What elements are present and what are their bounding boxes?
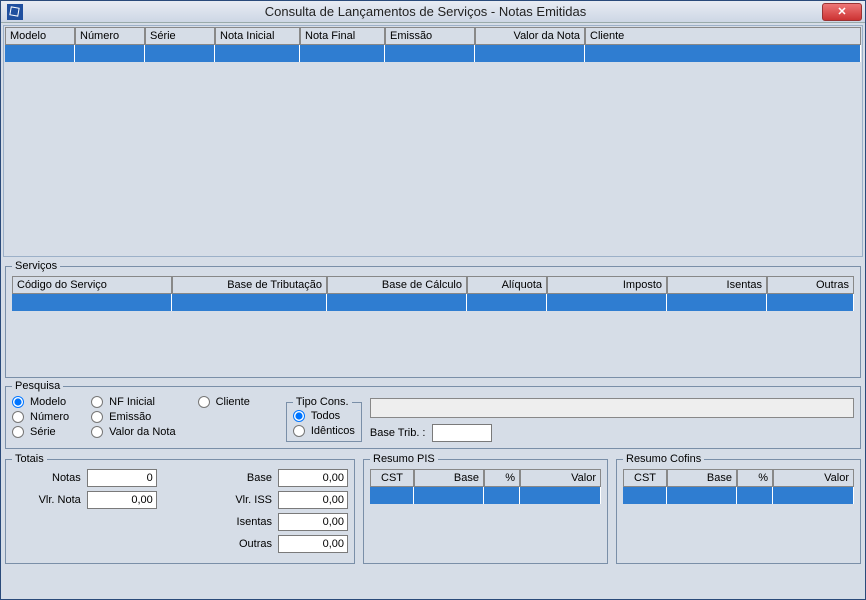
col-modelo[interactable]: Modelo [5, 27, 75, 45]
col-imposto[interactable]: Imposto [547, 276, 667, 294]
col-valor-nota[interactable]: Valor da Nota [475, 27, 585, 45]
tipo-cons-legend: Tipo Cons. [293, 396, 352, 408]
col-codigo-servico[interactable]: Código do Serviço [12, 276, 172, 294]
pesquisa-right: Base Trib. : [370, 396, 854, 442]
close-button[interactable]: ✕ [822, 3, 862, 21]
base-trib-input[interactable] [432, 424, 492, 442]
radio-todos[interactable]: Todos [293, 410, 355, 422]
lbl-vlr-nota: Vlr. Nota [12, 494, 81, 506]
cofins-col-pct[interactable]: % [737, 469, 773, 487]
radio-emissao[interactable]: Emissão [91, 411, 175, 423]
col-isentas[interactable]: Isentas [667, 276, 767, 294]
lbl-notas: Notas [12, 472, 81, 484]
servicos-grid-body[interactable] [12, 294, 854, 366]
resumo-pis-legend: Resumo PIS [370, 453, 438, 465]
col-nota-final[interactable]: Nota Final [300, 27, 385, 45]
radio-modelo[interactable]: Modelo [12, 396, 69, 408]
pesquisa-col2: NF Inicial Emissão Valor da Nota [91, 396, 175, 438]
col-serie[interactable]: Série [145, 27, 215, 45]
lbl-vlr-iss: Vlr. ISS [209, 494, 272, 506]
main-grid-panel: Modelo Número Série Nota Inicial Nota Fi… [3, 25, 863, 257]
servicos-grid[interactable]: Código do Serviço Base de Tributação Bas… [12, 276, 854, 366]
table-row[interactable] [12, 294, 854, 311]
col-outras[interactable]: Outras [767, 276, 854, 294]
col-cliente[interactable]: Cliente [585, 27, 861, 45]
content: Modelo Número Série Nota Inicial Nota Fi… [1, 23, 865, 568]
cofins-col-base[interactable]: Base [667, 469, 737, 487]
servicos-group: Serviços Código do Serviço Base de Tribu… [5, 260, 861, 378]
resumo-cofins-legend: Resumo Cofins [623, 453, 704, 465]
col-numero[interactable]: Número [75, 27, 145, 45]
pesquisa-col1: Modelo Número Série [12, 396, 69, 438]
radio-valor-nota[interactable]: Valor da Nota [91, 426, 175, 438]
pis-col-valor[interactable]: Valor [520, 469, 601, 487]
col-base-calculo[interactable]: Base de Cálculo [327, 276, 467, 294]
cofins-col-valor[interactable]: Valor [773, 469, 854, 487]
val-outras[interactable] [278, 535, 348, 553]
table-row[interactable] [370, 487, 601, 504]
col-nota-inicial[interactable]: Nota Inicial [215, 27, 300, 45]
base-trib-label: Base Trib. : [370, 427, 426, 439]
resumo-pis-group: Resumo PIS CST Base % Valor [363, 453, 608, 564]
resumo-pis-grid[interactable]: CST Base % Valor [370, 469, 601, 557]
pesquisa-legend: Pesquisa [12, 380, 63, 392]
titlebar: Consulta de Lançamentos de Serviços - No… [1, 1, 865, 23]
lbl-outras: Outras [209, 538, 272, 550]
close-icon: ✕ [837, 5, 846, 18]
totais-group: Totais Notas Base Vlr. Nota Vlr. ISS Ise… [5, 453, 355, 564]
val-vlr-iss[interactable] [278, 491, 348, 509]
servicos-grid-header: Código do Serviço Base de Tributação Bas… [12, 276, 854, 294]
lbl-base: Base [209, 472, 272, 484]
pesquisa-col3: Cliente [198, 396, 250, 408]
pis-col-pct[interactable]: % [484, 469, 520, 487]
main-grid-header: Modelo Número Série Nota Inicial Nota Fi… [5, 27, 861, 45]
radio-serie[interactable]: Série [12, 426, 69, 438]
table-row[interactable] [5, 45, 861, 62]
cofins-col-cst[interactable]: CST [623, 469, 667, 487]
radio-numero[interactable]: Número [12, 411, 69, 423]
radio-nf-inicial[interactable]: NF Inicial [91, 396, 175, 408]
app-icon [7, 4, 23, 20]
col-emissao[interactable]: Emissão [385, 27, 475, 45]
main-grid[interactable]: Modelo Número Série Nota Inicial Nota Fi… [5, 27, 861, 255]
lbl-isentas: Isentas [209, 516, 272, 528]
col-aliquota[interactable]: Alíquota [467, 276, 547, 294]
pesquisa-group: Pesquisa Modelo Número Série NF Inicial … [5, 380, 861, 449]
window-title: Consulta de Lançamentos de Serviços - No… [29, 4, 822, 19]
val-isentas[interactable] [278, 513, 348, 531]
resumo-pis-body[interactable] [370, 487, 601, 557]
col-base-tributacao[interactable]: Base de Tributação [172, 276, 327, 294]
val-vlr-nota[interactable] [87, 491, 157, 509]
main-grid-body[interactable] [5, 45, 861, 255]
resumo-cofins-body[interactable] [623, 487, 854, 557]
table-row[interactable] [623, 487, 854, 504]
radio-identicos[interactable]: Idênticos [293, 425, 355, 437]
resumo-cofins-grid[interactable]: CST Base % Valor [623, 469, 854, 557]
resumo-cofins-group: Resumo Cofins CST Base % Valor [616, 453, 861, 564]
radio-cliente[interactable]: Cliente [198, 396, 250, 408]
pis-col-base[interactable]: Base [414, 469, 484, 487]
pesquisa-display [370, 398, 854, 418]
servicos-legend: Serviços [12, 260, 60, 272]
tipo-cons-group: Tipo Cons. Todos Idênticos [286, 396, 362, 442]
val-notas[interactable] [87, 469, 157, 487]
pis-col-cst[interactable]: CST [370, 469, 414, 487]
totais-legend: Totais [12, 453, 47, 465]
val-base[interactable] [278, 469, 348, 487]
